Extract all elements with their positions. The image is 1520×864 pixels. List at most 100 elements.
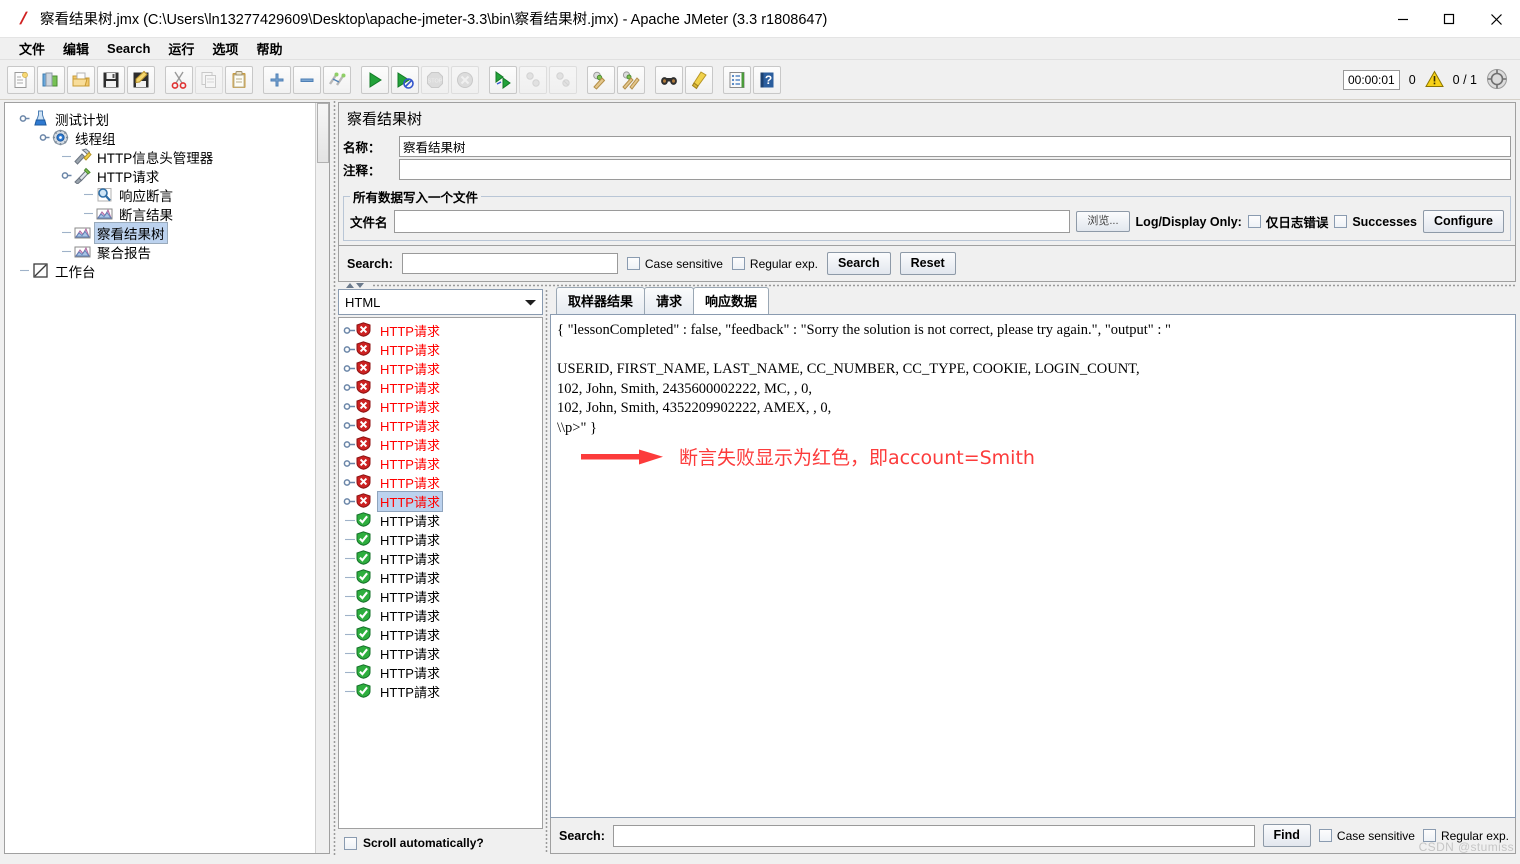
search-button[interactable]: Search xyxy=(827,252,891,275)
list-item[interactable]: HTTP请求 xyxy=(341,340,542,359)
tree-node-1[interactable]: 线程组 xyxy=(11,128,329,147)
tab-0[interactable]: 取样器结果 xyxy=(556,287,645,314)
remote-shutdown-all-icon[interactable] xyxy=(549,66,577,94)
list-item[interactable]: HTTP请求 xyxy=(341,321,542,340)
horizontal-splitter[interactable] xyxy=(338,282,1516,289)
remote-stop-all-icon[interactable] xyxy=(519,66,547,94)
menu-search[interactable]: Search xyxy=(98,39,159,58)
list-item[interactable]: HTTP请求 xyxy=(341,625,542,644)
maximize-button[interactable] xyxy=(1426,0,1472,38)
shutdown-icon[interactable] xyxy=(451,66,479,94)
find-case-sensitive-box[interactable] xyxy=(1319,829,1332,842)
cut-icon[interactable] xyxy=(165,66,193,94)
start-no-timers-icon[interactable] xyxy=(391,66,419,94)
find-button[interactable]: Find xyxy=(1263,824,1311,847)
list-item[interactable]: HTTP请求 xyxy=(341,416,542,435)
list-item[interactable]: HTTP请求 xyxy=(341,511,542,530)
list-item[interactable]: HTTP请求 xyxy=(341,473,542,492)
tree-node-4[interactable]: 响应断言 xyxy=(11,185,329,204)
node-expand-handle-icon[interactable] xyxy=(343,343,356,356)
save-as-icon[interactable] xyxy=(127,66,155,94)
list-item[interactable]: HTTP请求 xyxy=(341,587,542,606)
filename-input[interactable] xyxy=(394,210,1071,233)
list-item[interactable]: HTTP請求 xyxy=(341,682,542,701)
clear-icon[interactable] xyxy=(587,66,615,94)
node-expand-handle-icon[interactable] xyxy=(343,457,356,470)
tree-expand-handle-icon[interactable] xyxy=(61,170,72,181)
tree-node-6[interactable]: 察看结果树 xyxy=(11,223,329,242)
search-regex-checkbox[interactable]: Regular exp. xyxy=(732,257,818,271)
stop-icon[interactable]: STOP xyxy=(421,66,449,94)
menu-file[interactable]: 文件 xyxy=(10,37,54,60)
scroll-automatically-checkbox[interactable]: Scroll automatically? xyxy=(338,829,543,854)
find-input[interactable] xyxy=(613,825,1255,847)
tree-scrollbar-thumb[interactable] xyxy=(317,103,329,163)
search-input[interactable] xyxy=(402,253,618,274)
node-expand-handle-icon[interactable] xyxy=(343,476,356,489)
close-button[interactable] xyxy=(1472,0,1520,38)
list-item[interactable]: HTTP请求 xyxy=(341,397,542,416)
splitter-down-icon[interactable] xyxy=(356,283,364,288)
remote-start-all-icon[interactable] xyxy=(489,66,517,94)
node-expand-handle-icon[interactable] xyxy=(343,400,356,413)
search-icon[interactable] xyxy=(655,66,683,94)
list-item[interactable]: HTTP请求 xyxy=(341,530,542,549)
list-viewer-splitter[interactable] xyxy=(543,289,550,854)
minimize-button[interactable] xyxy=(1380,0,1426,38)
new-icon[interactable] xyxy=(7,66,35,94)
tree-node-0[interactable]: 测试计划 xyxy=(11,109,329,128)
list-item[interactable]: HTTP请求 xyxy=(341,378,542,397)
menu-edit[interactable]: 编辑 xyxy=(54,37,98,60)
menu-options[interactable]: 选项 xyxy=(203,37,247,60)
help-icon[interactable]: ? xyxy=(753,66,781,94)
list-item[interactable]: HTTP请求 xyxy=(341,549,542,568)
comment-input[interactable] xyxy=(399,159,1511,180)
list-item[interactable]: HTTP请求 xyxy=(341,492,542,511)
expand-icon[interactable] xyxy=(263,66,291,94)
configure-button[interactable]: Configure xyxy=(1423,210,1504,233)
tree-node-3[interactable]: HTTP请求 xyxy=(11,166,329,185)
chevron-down-icon[interactable] xyxy=(520,291,540,313)
node-expand-handle-icon[interactable] xyxy=(343,362,356,375)
clear-all-icon[interactable] xyxy=(617,66,645,94)
node-expand-handle-icon[interactable] xyxy=(343,419,356,432)
tree-editor-splitter[interactable] xyxy=(330,100,338,856)
tree-node-7[interactable]: 聚合报告 xyxy=(11,242,329,261)
sampler-result-list[interactable]: HTTP请求HTTP请求HTTP请求HTTP请求HTTP请求HTTP请求HTTP… xyxy=(338,317,543,829)
node-expand-handle-icon[interactable] xyxy=(343,324,356,337)
search-regex-box[interactable] xyxy=(732,257,745,270)
start-icon[interactable] xyxy=(361,66,389,94)
reset-button[interactable]: Reset xyxy=(900,252,956,275)
refresh-icon[interactable] xyxy=(1486,68,1508,93)
collapse-icon[interactable] xyxy=(293,66,321,94)
list-item[interactable]: HTTP请求 xyxy=(341,644,542,663)
tree-node-8[interactable]: 工作台 xyxy=(11,261,329,280)
node-expand-handle-icon[interactable] xyxy=(343,495,356,508)
list-item[interactable]: HTTP请求 xyxy=(341,454,542,473)
search-case-sensitive-box[interactable] xyxy=(627,257,640,270)
tree-node-5[interactable]: 断言结果 xyxy=(11,204,329,223)
browse-button[interactable]: 浏览... xyxy=(1076,211,1129,232)
list-item[interactable]: HTTP请求 xyxy=(341,435,542,454)
tree-expand-handle-icon[interactable] xyxy=(39,132,50,143)
successes-box[interactable] xyxy=(1334,215,1347,228)
tree-node-2[interactable]: HTTP信息头管理器 xyxy=(11,147,329,166)
node-expand-handle-icon[interactable] xyxy=(343,438,356,451)
list-item[interactable]: HTTP请求 xyxy=(341,606,542,625)
errors-only-checkbox[interactable]: 仅日志错误 xyxy=(1248,212,1329,231)
templates-icon[interactable] xyxy=(37,66,65,94)
response-data-box[interactable]: { "lessonCompleted" : false, "feedback" … xyxy=(550,314,1516,818)
toggle-icon[interactable] xyxy=(323,66,351,94)
successes-checkbox[interactable]: Successes xyxy=(1334,215,1417,229)
menu-help[interactable]: 帮助 xyxy=(247,37,291,60)
function-helper-icon[interactable] xyxy=(723,66,751,94)
copy-icon[interactable] xyxy=(195,66,223,94)
renderer-select[interactable]: HTML xyxy=(338,289,543,315)
tab-2[interactable]: 响应数据 xyxy=(693,287,769,314)
tree-scrollbar[interactable] xyxy=(315,103,329,853)
search-reset-icon[interactable] xyxy=(685,66,713,94)
tab-1[interactable]: 请求 xyxy=(644,287,694,314)
find-case-sensitive-checkbox[interactable]: Case sensitive xyxy=(1319,829,1415,843)
paste-icon[interactable] xyxy=(225,66,253,94)
list-item[interactable]: HTTP请求 xyxy=(341,663,542,682)
